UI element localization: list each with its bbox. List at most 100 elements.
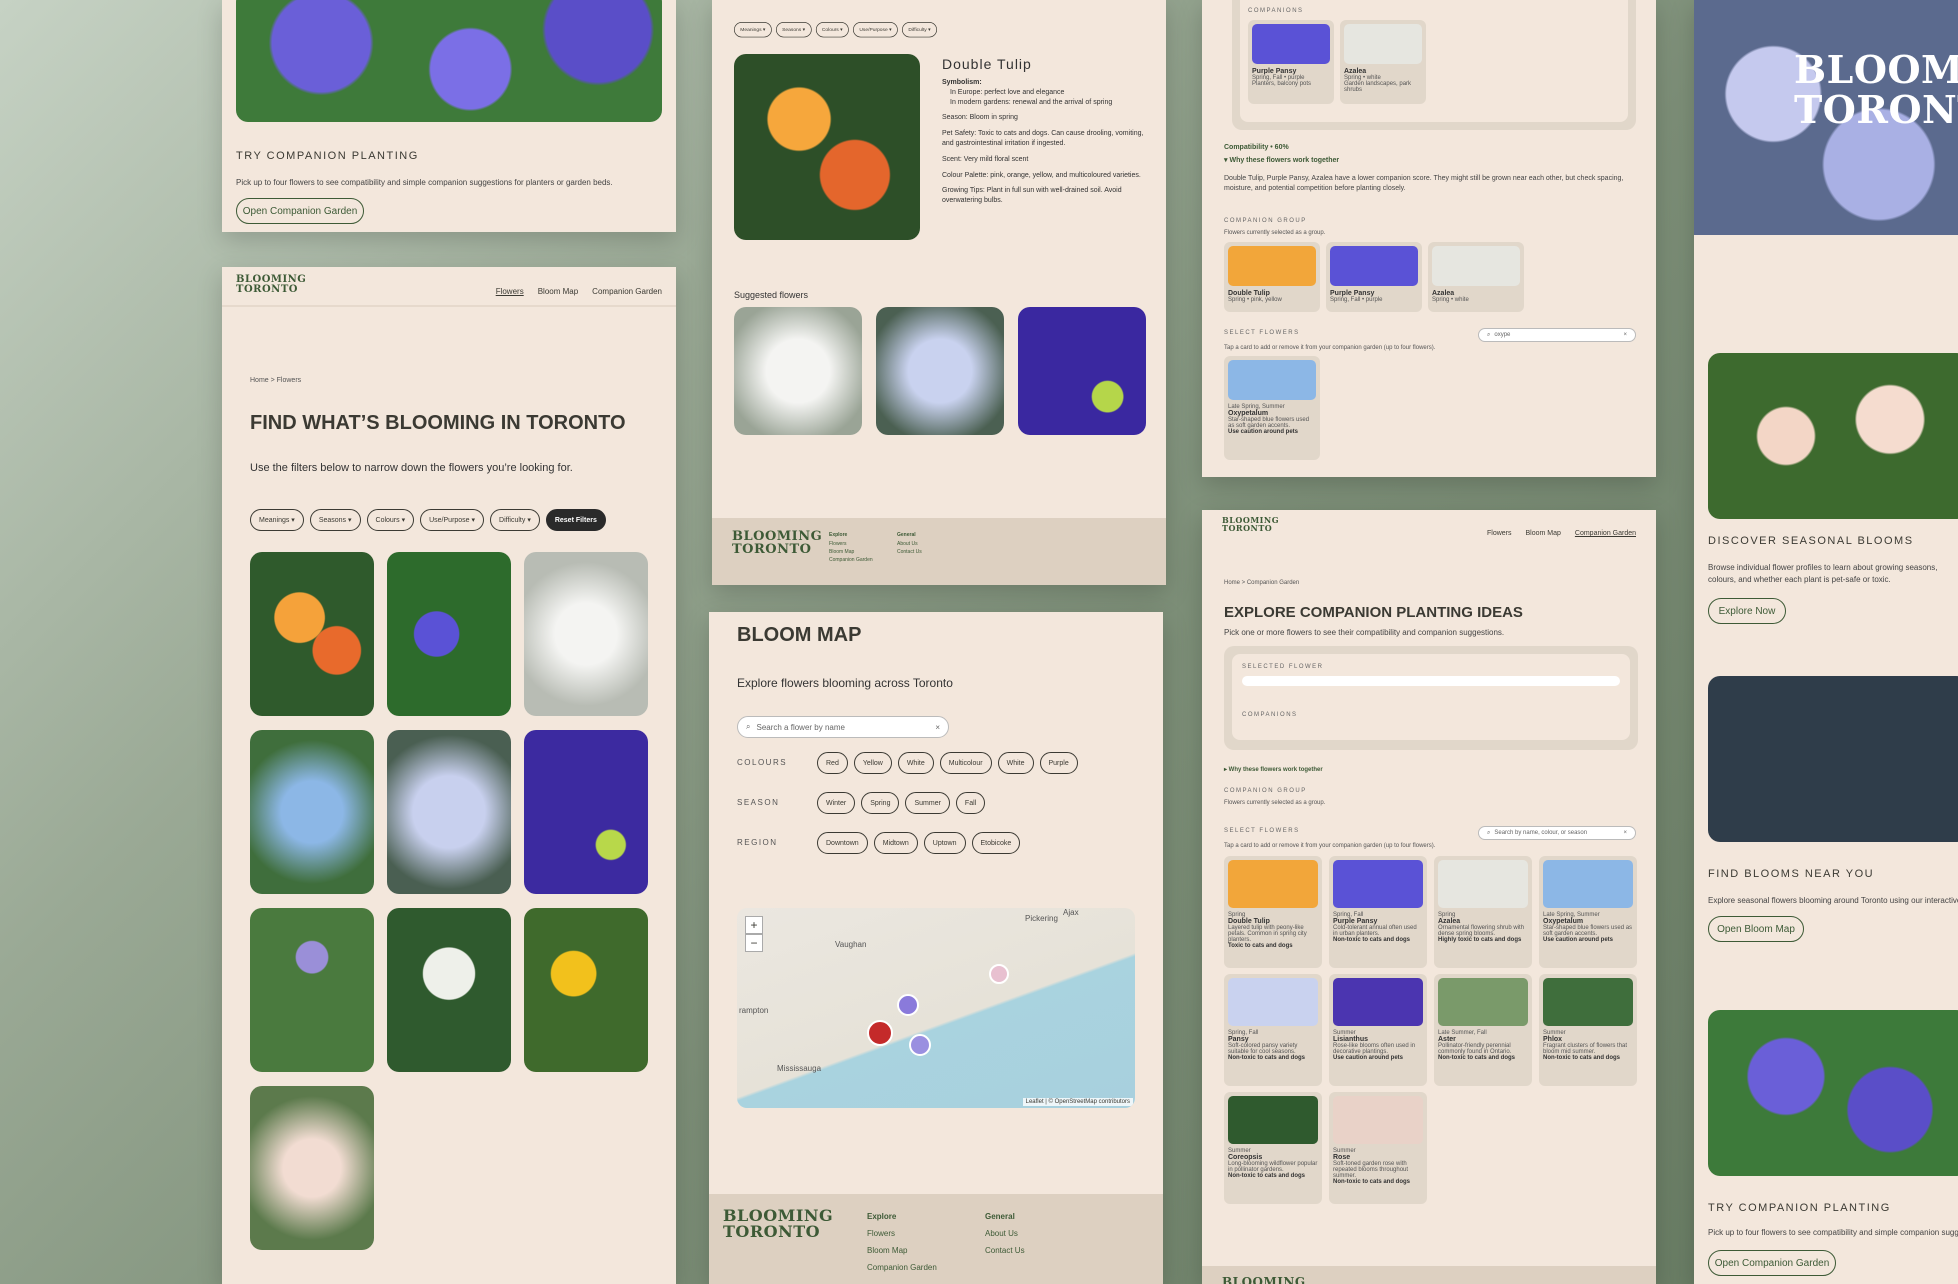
zoom-in-button[interactable]: +	[745, 916, 763, 934]
filter-bar: Meanings ▾ Seasons ▾ Colours ▾ Use/Purpo…	[734, 22, 941, 38]
chip-summer[interactable]: Summer	[905, 792, 950, 814]
flower-card[interactable]	[524, 552, 648, 716]
filter-colours[interactable]: Colours ▾	[815, 22, 849, 38]
chip-midtown[interactable]: Midtown	[873, 832, 918, 854]
filter-colours[interactable]: Colours ▾	[366, 509, 415, 531]
chip-white-2[interactable]: White	[997, 752, 1034, 774]
flower-card[interactable]: Summer Coreopsis Long-blooming wildflower …	[1224, 1092, 1322, 1204]
flower-card[interactable]: Late Spring, Summer Oxypetalum Star-shaped…	[1539, 856, 1637, 968]
footer-link[interactable]: Bloom Map	[867, 1246, 937, 1255]
logo[interactable]: BLOOMING TORONTO	[1222, 516, 1279, 532]
suggested-card[interactable]	[734, 307, 862, 435]
footer-link[interactable]: About Us	[897, 541, 922, 547]
nav-flowers[interactable]: Flowers	[1487, 530, 1512, 537]
filter-seasons[interactable]: Seasons ▾	[309, 509, 361, 531]
nav-flowers[interactable]: Flowers	[496, 287, 524, 296]
flower-card[interactable]	[524, 730, 648, 894]
chip-etobicoke[interactable]: Etobicoke	[971, 832, 1021, 854]
footer-link[interactable]: Companion Garden	[867, 1263, 937, 1272]
map-pin[interactable]	[909, 1034, 931, 1056]
select-search[interactable]: ⌕ Search by name, colour, or season ×	[1478, 826, 1636, 840]
flower-card[interactable]	[250, 1086, 374, 1250]
footer-link[interactable]: Contact Us	[985, 1246, 1025, 1255]
chip-multicolour[interactable]: Multicolour	[939, 752, 992, 774]
open-bloom-map-button[interactable]: Open Bloom Map	[1708, 916, 1804, 942]
zoom-out-button[interactable]: −	[745, 934, 763, 952]
flower-search[interactable]: ⌕ Search a flower by name ×	[737, 716, 949, 738]
open-companion-button[interactable]: Open Companion Garden	[1708, 1250, 1836, 1276]
why-toggle[interactable]: ▸ Why these flowers work together	[1224, 766, 1323, 773]
card-meta: Spring • white	[1432, 297, 1469, 303]
filter-difficulty[interactable]: Difficulty ▾	[490, 509, 540, 531]
clear-icon[interactable]: ×	[1623, 830, 1627, 836]
flower-card[interactable]: Summer Rose Soft-toned garden rose with re…	[1329, 1092, 1427, 1204]
flower-card[interactable]: Summer Phlox Fragrant clusters of flowers …	[1539, 974, 1637, 1086]
filter-use[interactable]: Use/Purpose ▾	[853, 22, 898, 38]
footer-link[interactable]: Contact Us	[897, 549, 922, 555]
footer-explore: Explore Flowers Bloom Map Companion Garden	[829, 532, 873, 565]
flower-card[interactable]	[387, 730, 511, 894]
flower-card[interactable]	[387, 552, 511, 716]
map-pin[interactable]	[867, 1020, 893, 1046]
flower-card[interactable]	[250, 730, 374, 894]
group-card[interactable]: Purple Pansy Spring, Fall • purple	[1326, 242, 1422, 312]
flower-card[interactable]: Late Summer, Fall Aster Pollinator-friendl…	[1434, 974, 1532, 1086]
nav-bloom-map[interactable]: Bloom Map	[1526, 530, 1561, 537]
explore-now-button[interactable]: Explore Now	[1708, 598, 1786, 624]
filter-meanings[interactable]: Meanings ▾	[734, 22, 772, 38]
chip-white[interactable]: White	[897, 752, 934, 774]
flower-card[interactable]: Spring, Fall Pansy Soft-colored pansy vari…	[1224, 974, 1322, 1086]
filter-meanings[interactable]: Meanings ▾	[250, 509, 304, 531]
map-pin[interactable]	[989, 964, 1009, 984]
select-search[interactable]: ⌕ oxype ×	[1478, 328, 1636, 342]
flower-card[interactable]: Spring Double Tulip Layered tulip with peo…	[1224, 856, 1322, 968]
footer-logo[interactable]: BLOOMING TORONTO	[723, 1208, 833, 1240]
chip-fall[interactable]: Fall	[955, 792, 986, 814]
chip-downtown[interactable]: Downtown	[817, 832, 868, 854]
chip-red[interactable]: Red	[817, 752, 848, 774]
chip-uptown[interactable]: Uptown	[923, 832, 966, 854]
suggested-card[interactable]	[876, 307, 1004, 435]
footer-link[interactable]: Bloom Map	[829, 549, 873, 555]
map[interactable]: + − Vaughan Pickering Mississauga rampto…	[737, 908, 1135, 1108]
footer-link[interactable]: Flowers	[867, 1229, 937, 1238]
footer-link[interactable]: About Us	[985, 1229, 1025, 1238]
flower-card[interactable]	[250, 908, 374, 1072]
result-card[interactable]: Late Spring, Summer Oxypetalum Star-shaped…	[1224, 356, 1320, 460]
reset-filters-button[interactable]: Reset Filters	[545, 509, 606, 531]
chip-purple[interactable]: Purple	[1039, 752, 1078, 774]
footer-link[interactable]: Companion Garden	[829, 557, 873, 563]
clear-icon[interactable]: ×	[1623, 332, 1627, 338]
clear-icon[interactable]: ×	[935, 723, 940, 732]
flower-card[interactable]	[250, 552, 374, 716]
filter-seasons[interactable]: Seasons ▾	[775, 22, 812, 38]
card-name: Aster	[1438, 1036, 1456, 1043]
filter-difficulty[interactable]: Difficulty ▾	[902, 22, 937, 38]
footer-explore-heading: Explore	[829, 532, 848, 538]
footer-logo[interactable]: BLOOMING TORONTO	[732, 530, 822, 556]
nav-companion[interactable]: Companion Garden	[592, 287, 662, 296]
group-card[interactable]: Azalea Spring • white	[1428, 242, 1524, 312]
flower-card[interactable]	[524, 908, 648, 1072]
companion-card[interactable]: Azalea Spring • white Garden landscapes, p…	[1340, 20, 1426, 104]
map-preview[interactable]	[1708, 676, 1958, 842]
companion-card[interactable]: Purple Pansy Spring, Fall • purple Planter…	[1248, 20, 1334, 104]
group-card[interactable]: Double Tulip Spring • pink, yellow	[1224, 242, 1320, 312]
filter-use[interactable]: Use/Purpose ▾	[420, 509, 485, 531]
chip-spring[interactable]: Spring	[861, 792, 900, 814]
nav-companion[interactable]: Companion Garden	[1575, 530, 1636, 537]
footer-logo[interactable]: BLOOMING	[1222, 1276, 1306, 1284]
nav-bloom-map[interactable]: Bloom Map	[538, 287, 578, 296]
logo[interactable]: BLOOMING TORONTO	[236, 275, 306, 295]
flower-card[interactable]	[387, 908, 511, 1072]
footer-link[interactable]: Flowers	[829, 541, 873, 547]
flower-card[interactable]: Spring, Fall Purple Pansy Cold-tolerant an…	[1329, 856, 1427, 968]
chip-yellow[interactable]: Yellow	[853, 752, 892, 774]
map-pin[interactable]	[897, 994, 919, 1016]
suggested-card[interactable]	[1018, 307, 1146, 435]
open-companion-button[interactable]: Open Companion Garden	[236, 198, 364, 224]
flower-card[interactable]: Summer Lisianthus Rose-like blooms often u…	[1329, 974, 1427, 1086]
why-toggle[interactable]: ▾ Why these flowers work together	[1224, 156, 1339, 164]
flower-card[interactable]: Spring Azalea Ornamental flowering shrub w…	[1434, 856, 1532, 968]
chip-winter[interactable]: Winter	[817, 792, 856, 814]
